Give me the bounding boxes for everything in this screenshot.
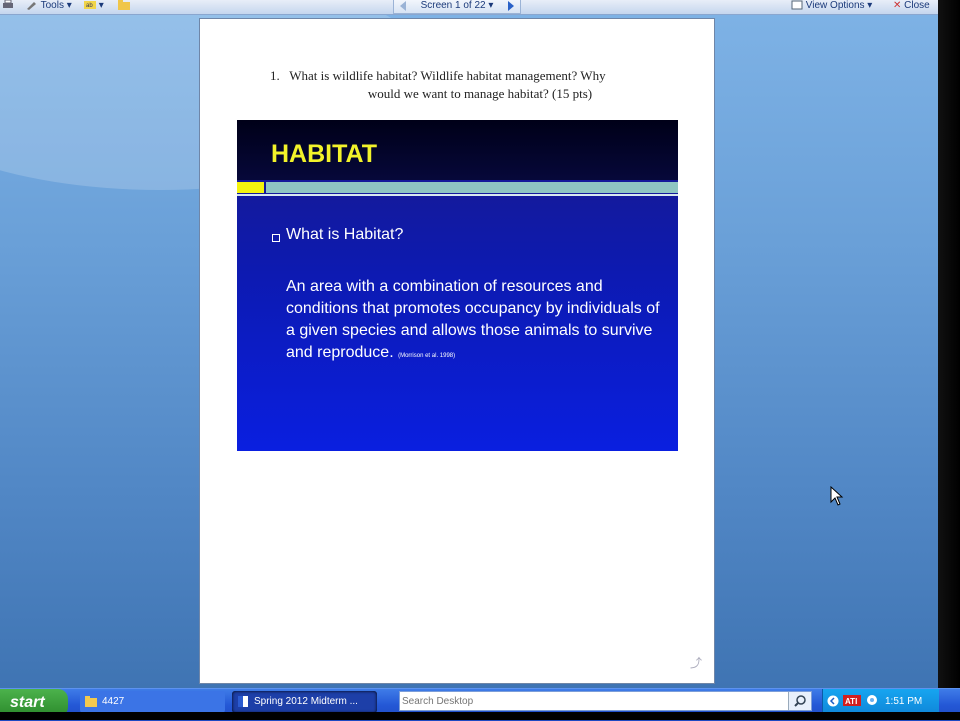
svg-text:ATI: ATI	[845, 697, 857, 706]
spelling-icon[interactable]: ab ▾	[84, 0, 104, 14]
search-icon	[794, 695, 806, 707]
slide-image: HABITAT What is Habitat? An area with a …	[237, 120, 678, 451]
page-turn-icon[interactable]: ⤴	[690, 654, 702, 671]
slide-accent-yellow	[237, 182, 264, 193]
tools-icon	[27, 2, 36, 11]
question-line-2: would we want to manage habitat? (15 pts…	[367, 86, 593, 101]
slide-body: An area with a combination of resources …	[286, 276, 666, 367]
search-button[interactable]	[788, 692, 811, 710]
print-icon[interactable]	[2, 0, 14, 14]
screen-edge	[938, 0, 960, 688]
next-screen-icon[interactable]	[508, 1, 514, 11]
start-label: start	[10, 694, 45, 711]
close-label: Close	[904, 0, 930, 11]
slide-citation: (Morrison et al. 1998)	[398, 353, 456, 359]
screen-indicator[interactable]: Screen 1 of 22	[421, 0, 486, 11]
taskbar-item-label: Spring 2012 Midterm ...	[254, 696, 358, 707]
document-page: 1. What is wildlife habitat? Wildlife ha…	[199, 18, 715, 684]
screen-bottom-edge	[0, 712, 960, 720]
view-options-menu[interactable]: View Options ▾	[791, 0, 872, 14]
slide-divider	[237, 194, 678, 196]
folder-icon	[85, 696, 97, 707]
taskbar-item-label: 4427	[102, 696, 125, 707]
question-text: 1. What is wildlife habitat? Wildlife ha…	[270, 67, 680, 103]
tools-menu[interactable]: Tools ▾	[26, 0, 72, 14]
tools-label: Tools	[40, 0, 64, 11]
clock[interactable]: 1:51 PM	[885, 696, 922, 707]
slide-bullet: What is Habitat?	[286, 226, 404, 243]
slide-title: HABITAT	[271, 140, 377, 168]
taskbar-item-folder[interactable]: 4427	[80, 691, 225, 713]
view-options-icon	[791, 0, 803, 10]
network-icon[interactable]	[865, 693, 879, 707]
screen-navigator: Screen 1 of 22 ▾	[393, 0, 521, 14]
close-icon: ✕	[893, 0, 902, 11]
question-line-1: What is wildlife habitat? Wildlife habit…	[289, 68, 606, 83]
question-number: 1.	[270, 68, 280, 83]
desktop: Tools ▾ ab ▾ Screen 1 of 22 ▾ View Optio…	[0, 0, 960, 688]
desktop-search-box	[399, 691, 812, 711]
desktop-search-input[interactable]	[402, 693, 782, 709]
view-options-label: View Options	[805, 0, 865, 11]
word-document-icon	[238, 696, 248, 707]
tray-expand-icon[interactable]	[827, 695, 839, 707]
ati-icon[interactable]: ATI	[843, 695, 861, 706]
slide-accent-teal	[266, 182, 678, 193]
taskbar-item-word-document[interactable]: Spring 2012 Midterm ...	[232, 691, 377, 713]
previous-screen-icon[interactable]	[400, 1, 406, 11]
svg-text:ab: ab	[86, 3, 93, 9]
reading-toolbar: Tools ▾ ab ▾ Screen 1 of 22 ▾ View Optio…	[0, 0, 938, 15]
mouse-cursor-icon	[830, 486, 844, 506]
folder-icon[interactable]	[118, 0, 130, 14]
slide-body-text: An area with a combination of resources …	[286, 278, 660, 361]
close-button[interactable]: ✕ Close	[893, 0, 930, 14]
bullet-square-icon	[272, 234, 280, 242]
